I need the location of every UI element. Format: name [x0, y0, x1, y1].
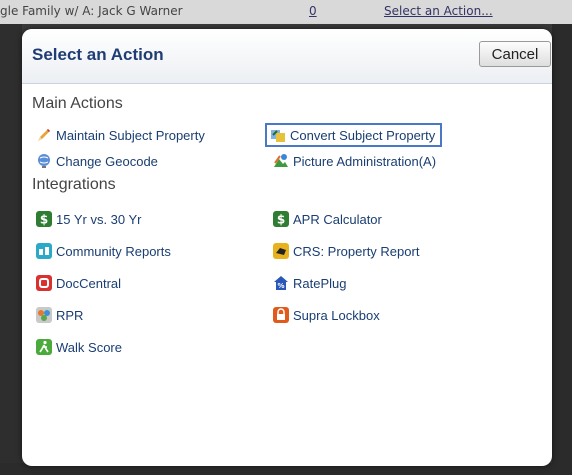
supra-lockbox-link[interactable]: Supra Lockbox	[273, 306, 380, 324]
dialog-title: Select an Action	[32, 45, 164, 64]
main-actions-heading: Main Actions	[32, 95, 123, 112]
rpr-icon	[36, 307, 52, 323]
select-action-dialog: Select an Action Cancel Main Actions Mai…	[22, 29, 552, 466]
15yr-vs-30yr-link[interactable]: $ 15 Yr vs. 30 Yr	[36, 210, 142, 228]
crs-property-report-label: CRS: Property Report	[293, 243, 420, 259]
apr-calculator-link[interactable]: $ APR Calculator	[273, 210, 382, 228]
globe-icon	[38, 154, 50, 168]
change-geocode-label: Change Geocode	[56, 153, 158, 169]
lockbox-icon	[273, 307, 289, 323]
supra-lockbox-label: Supra Lockbox	[293, 307, 380, 323]
integrations-heading: Integrations	[32, 176, 116, 193]
picture-administration-label: Picture Administration(A)	[293, 153, 437, 169]
convert-icon	[271, 130, 285, 142]
maintain-subject-property-label: Maintain Subject Property	[56, 127, 205, 143]
apr-calculator-label: APR Calculator	[293, 211, 382, 227]
svg-text:$: $	[277, 213, 285, 227]
background-left-column	[0, 24, 22, 475]
picture-administration-link[interactable]: Picture Administration(A)	[273, 152, 436, 170]
maintain-subject-property-link[interactable]: Maintain Subject Property	[36, 126, 205, 144]
rpr-link[interactable]: RPR	[36, 306, 83, 324]
convert-subject-property-link[interactable]: Convert Subject Property	[265, 123, 443, 147]
background-select-action-link: Select an Action...	[384, 4, 493, 18]
svg-text:$: $	[40, 213, 48, 227]
dollar-icon: $	[36, 211, 52, 227]
walk-icon	[36, 339, 52, 355]
doccentral-icon	[36, 275, 52, 291]
svg-text:%: %	[277, 282, 284, 290]
walk-score-label: Walk Score	[56, 339, 122, 355]
15yr-vs-30yr-label: 15 Yr vs. 30 Yr	[56, 211, 142, 227]
background-row-count: 0	[309, 4, 317, 18]
crs-icon	[273, 243, 289, 259]
doccentral-label: DocCentral	[56, 275, 122, 291]
community-reports-link[interactable]: Community Reports	[36, 242, 171, 260]
rateplug-link[interactable]: % RatePlug	[273, 274, 346, 292]
background-row-text: gle Family w/ A: Jack G Warner	[0, 4, 183, 18]
walk-score-link[interactable]: Walk Score	[36, 338, 122, 356]
doccentral-link[interactable]: DocCentral	[36, 274, 121, 292]
convert-subject-property-label: Convert Subject Property	[290, 127, 436, 143]
background-row: gle Family w/ A: Jack G Warner 0 Select …	[0, 0, 572, 24]
rpr-label: RPR	[56, 307, 84, 323]
community-reports-label: Community Reports	[56, 243, 171, 259]
cancel-button[interactable]: Cancel	[479, 41, 551, 67]
rateplug-icon: %	[274, 276, 288, 290]
picture-icon	[274, 154, 288, 167]
dialog-header: Select an Action Cancel	[22, 29, 552, 84]
crs-property-report-link[interactable]: CRS: Property Report	[273, 242, 419, 260]
pencil-icon	[38, 129, 50, 141]
background-right-column	[552, 24, 572, 475]
community-icon	[36, 243, 52, 259]
rateplug-label: RatePlug	[293, 275, 347, 291]
change-geocode-link[interactable]: Change Geocode	[36, 152, 158, 170]
dollar-icon: $	[273, 211, 289, 227]
